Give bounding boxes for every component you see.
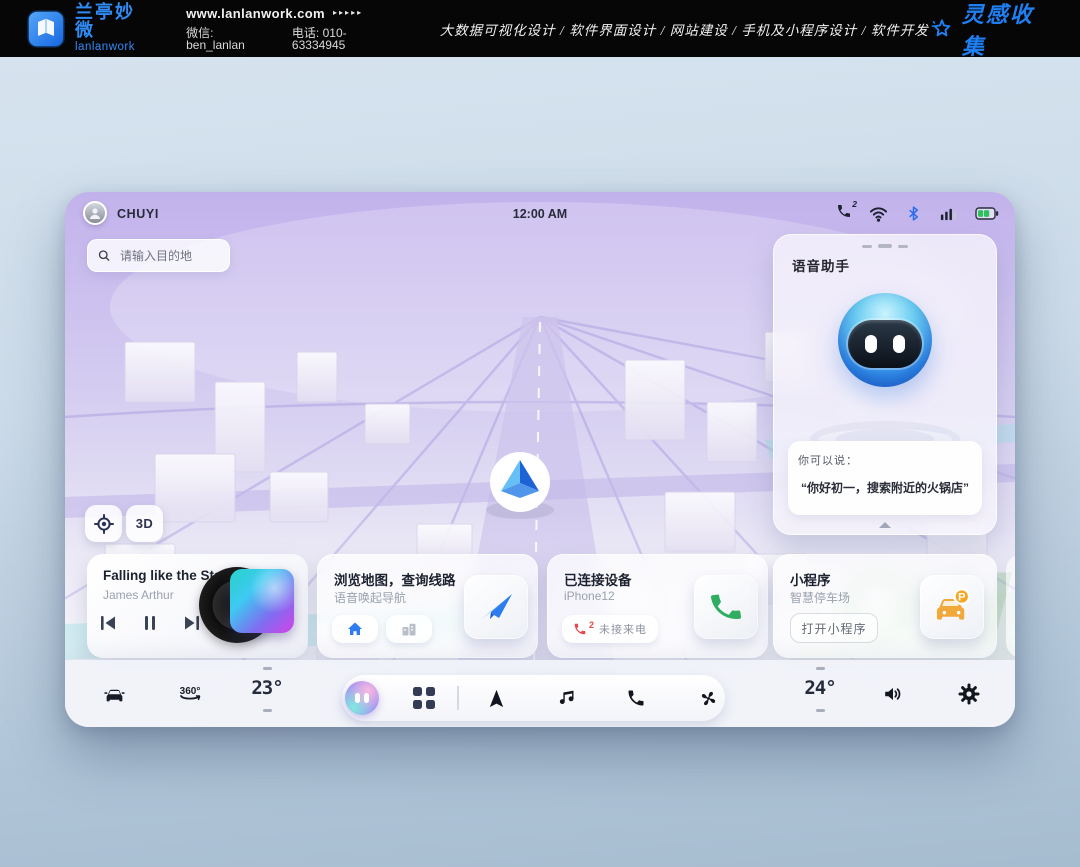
user-avatar[interactable] xyxy=(83,201,107,225)
brand-name-cn: 兰亭妙微 xyxy=(75,3,152,39)
map-3d-label: 3D xyxy=(136,516,154,531)
parking-car-icon: P xyxy=(931,586,973,628)
temp-up-dash[interactable] xyxy=(263,667,272,670)
arrows-decoration: ▸▸▸▸▸ xyxy=(333,9,363,17)
smart-parking-tile[interactable]: P xyxy=(920,575,984,639)
missed-call-icon xyxy=(573,622,587,636)
phone-app-button[interactable] xyxy=(624,686,648,710)
music-app-button[interactable] xyxy=(554,686,578,710)
previous-track-button[interactable] xyxy=(99,614,117,632)
music-player-card[interactable]: Falling like the Stars James Arthur xyxy=(87,554,308,658)
driver-temp-value: 23° xyxy=(251,677,282,699)
brand-block: 兰亭妙微 lanlanwork xyxy=(75,3,152,54)
passenger-temp-value: 24° xyxy=(804,677,835,699)
phone-contact: 电话: 010-63334945 xyxy=(292,27,396,51)
voice-hint-card: 你可以说： “你好初一，搜索附近的火锅店” xyxy=(788,441,982,515)
sparkle-star-icon xyxy=(929,16,954,42)
temp-up-dash[interactable] xyxy=(816,667,825,670)
robot-assistant-icon xyxy=(838,293,932,387)
pause-button[interactable] xyxy=(141,614,159,632)
voice-hint-label: 你可以说： xyxy=(798,452,972,468)
song-artist: James Arthur xyxy=(103,588,174,602)
open-miniapp-button[interactable]: 打开小程序 xyxy=(790,613,878,643)
device-name: iPhone12 xyxy=(564,589,615,603)
battery-icon xyxy=(975,206,999,221)
robot-eye-left xyxy=(865,335,877,353)
device-card-title: 已连接设备 xyxy=(564,569,632,589)
voice-assistant-title: 语音助手 xyxy=(792,255,850,275)
destination-search[interactable] xyxy=(87,239,230,272)
start-navigation-tile[interactable] xyxy=(464,575,528,639)
promo-banner: 兰亭妙微 lanlanwork www.lanlanwork.com ▸▸▸▸▸… xyxy=(0,0,1080,57)
temp-down-dash[interactable] xyxy=(263,709,272,712)
robot-eye-right xyxy=(893,335,905,353)
nav-work-button[interactable] xyxy=(386,615,432,643)
contact-block: www.lanlanwork.com ▸▸▸▸▸ 微信: ben_lanlan … xyxy=(186,7,396,51)
wifi-icon xyxy=(869,204,888,223)
pill-divider xyxy=(457,686,459,710)
robot-visor xyxy=(848,320,922,368)
volume-button[interactable] xyxy=(881,682,905,706)
services-tagline: 大数据可视化设计 / 软件界面设计 / 网站建设 / 手机及小程序设计 / 软件… xyxy=(440,19,929,39)
missed-call-label: 未接来电 xyxy=(599,621,647,637)
locate-me-button[interactable] xyxy=(85,505,122,542)
home-icon xyxy=(347,621,363,637)
person-icon xyxy=(88,206,102,220)
driver-temperature-control[interactable]: 23° xyxy=(237,677,297,699)
missed-call-status-icon: 2 xyxy=(836,203,852,224)
app-grid-button[interactable] xyxy=(412,686,436,710)
nav-card-title: 浏览地图，查询线路 xyxy=(334,569,456,589)
miniapp-card[interactable]: 小程序 智慧停车场 打开小程序 P xyxy=(773,554,997,658)
panel-collapse-caret[interactable] xyxy=(879,522,891,528)
phone-call-tile[interactable] xyxy=(694,575,758,639)
temp-down-dash[interactable] xyxy=(816,709,825,712)
album-art[interactable] xyxy=(230,569,294,633)
status-icon-cluster: 2 xyxy=(836,203,999,224)
connected-device-card[interactable]: 已连接设备 iPhone12 2 未接来电 xyxy=(547,554,768,658)
missed-call-count-badge: 2 xyxy=(589,620,594,630)
miniapp-title: 小程序 xyxy=(790,569,831,589)
bottom-dock: 360° 23° xyxy=(65,660,1015,727)
signal-bars-icon xyxy=(939,204,958,223)
search-icon xyxy=(98,248,110,263)
passenger-temperature-control[interactable]: 24° xyxy=(790,677,850,699)
next-track-button[interactable] xyxy=(183,614,201,632)
next-card-sliver[interactable] xyxy=(1006,554,1015,658)
username-label: CHUYI xyxy=(117,207,159,221)
drag-indicator xyxy=(774,244,996,248)
miniapp-subtitle: 智慧停车场 xyxy=(790,589,850,606)
locate-target-icon xyxy=(94,514,114,534)
assistant-orb-button[interactable] xyxy=(345,681,379,715)
car-hmi-screen: OW CHUYI 12:00 AM 2 xyxy=(65,192,1015,727)
navigation-app-button[interactable] xyxy=(484,686,508,710)
brand-name-en: lanlanwork xyxy=(75,42,152,54)
inspiration-collect-button[interactable]: 灵感收集 xyxy=(929,0,1054,61)
voice-assistant-panel[interactable]: 语音助手 你可以说： “你好初一，搜索附近的火锅店” xyxy=(773,234,997,535)
search-input[interactable] xyxy=(118,248,219,264)
360-view-icon[interactable]: 360° xyxy=(176,682,204,706)
page-background: OW CHUYI 12:00 AM 2 xyxy=(0,57,1080,867)
car-settings-icon[interactable] xyxy=(102,682,126,706)
missed-call-count: 2 xyxy=(852,199,857,209)
settings-gear-button[interactable] xyxy=(957,682,981,706)
bluetooth-icon xyxy=(905,205,922,222)
parking-badge-letter: P xyxy=(958,592,966,604)
dock-app-pill xyxy=(342,675,725,721)
paper-plane-icon xyxy=(477,588,515,626)
collect-label: 灵感收集 xyxy=(962,0,1054,61)
office-building-icon xyxy=(401,621,417,637)
lanlanwork-logo-icon xyxy=(26,9,66,49)
navigation-card[interactable]: 浏览地图，查询线路 语音唤起导航 xyxy=(317,554,538,658)
map-3d-mode-button[interactable]: 3D xyxy=(126,505,163,542)
voice-hint-quote: “你好初一，搜索附近的火锅店” xyxy=(798,479,972,496)
website-url: www.lanlanwork.com xyxy=(186,7,325,20)
wechat-contact: 微信: ben_lanlan xyxy=(186,27,272,51)
nav-card-subtitle: 语音唤起导航 xyxy=(334,589,406,606)
climate-fan-button[interactable] xyxy=(696,686,720,710)
missed-call-button[interactable]: 2 未接来电 xyxy=(562,615,658,643)
nav-home-button[interactable] xyxy=(332,615,378,643)
call-icon xyxy=(706,587,747,628)
